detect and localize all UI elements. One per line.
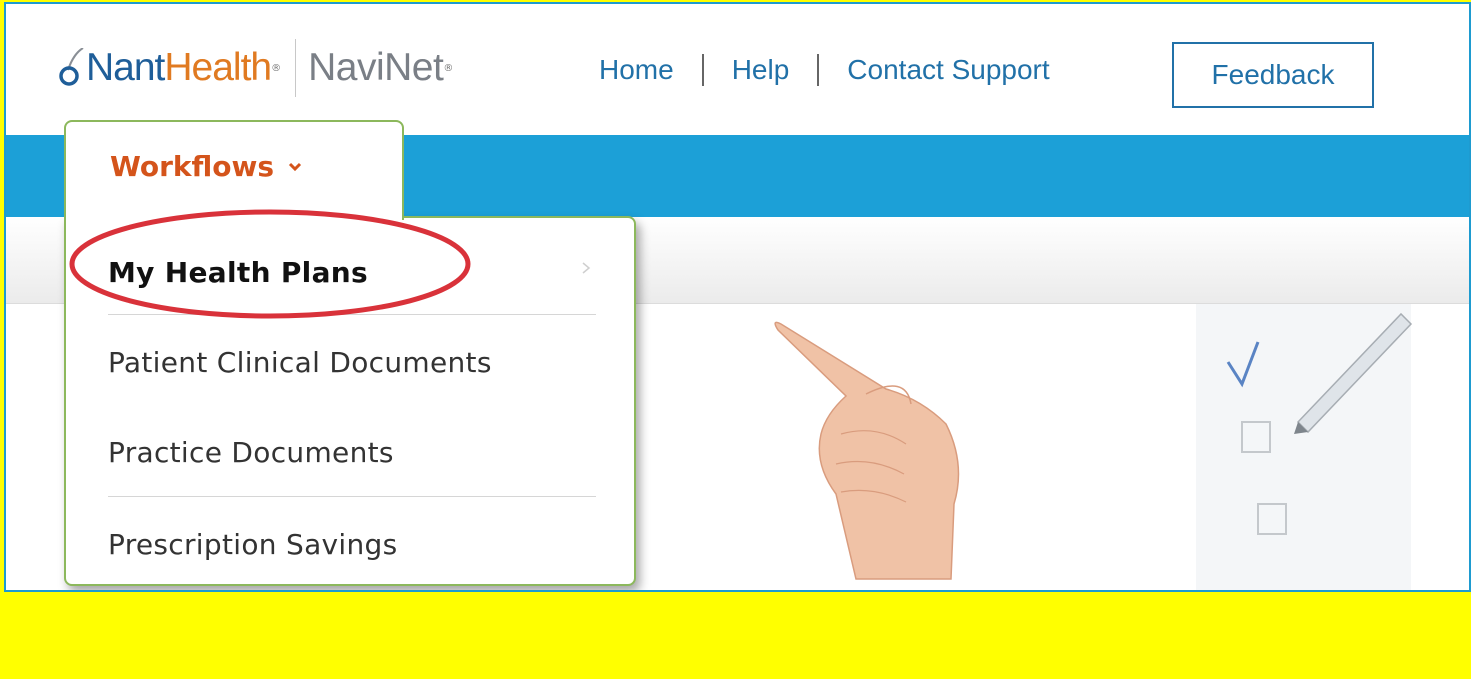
- nav-separator: [701, 54, 704, 86]
- header: Nant Health ® NaviNet ® Home Help Contact S…: [6, 4, 1469, 122]
- pointing-hand-icon: [774, 321, 960, 580]
- logo-text-navinet: NaviNet: [308, 46, 444, 89]
- help-link[interactable]: Help: [732, 54, 790, 86]
- logo-reg-mark: ®: [271, 62, 282, 74]
- menu-item-patient-clinical-documents[interactable]: Patient Clinical Documents: [108, 346, 492, 379]
- nav-separator: [817, 54, 820, 86]
- logo-text-health: Health: [164, 46, 272, 89]
- browser-viewport: Nant Health ® NaviNet ® Home Help Contact S…: [4, 2, 1471, 592]
- workflows-tab-label-wrap: Workflows: [110, 150, 302, 183]
- contact-support-link[interactable]: Contact Support: [847, 54, 1049, 86]
- menu-item-prescription-savings[interactable]: Prescription Savings: [108, 528, 398, 561]
- logo-text-nant: Nant: [86, 46, 165, 89]
- menu-item-my-health-plans[interactable]: My Health Plans: [108, 256, 368, 289]
- chevron-right-icon: [582, 262, 591, 274]
- feedback-button[interactable]: Feedback: [1172, 42, 1374, 108]
- home-link[interactable]: Home: [599, 54, 674, 86]
- menu-item-practice-documents[interactable]: Practice Documents: [108, 436, 394, 469]
- top-nav: Home Help Contact Support: [599, 54, 1050, 86]
- workflows-dropdown-menu: My Health Plans Patient Clinical Documen…: [64, 216, 636, 586]
- checklist-icon: [1196, 304, 1413, 590]
- menu-divider: [108, 496, 596, 497]
- page-background: Nant Health ® NaviNet ® Home Help Contact S…: [0, 0, 1471, 679]
- nanthealth-navinet-logo[interactable]: Nant Health ® NaviNet ®: [58, 28, 453, 108]
- tab-workflows[interactable]: Workflows: [64, 120, 404, 220]
- nanthealth-logo-icon: [59, 48, 84, 86]
- chevron-down-icon: [289, 162, 302, 171]
- workflows-tab-label: Workflows: [110, 150, 275, 183]
- logo-reg-mark-2: ®: [443, 62, 454, 74]
- menu-divider: [108, 314, 596, 315]
- logo-divider: [295, 39, 297, 97]
